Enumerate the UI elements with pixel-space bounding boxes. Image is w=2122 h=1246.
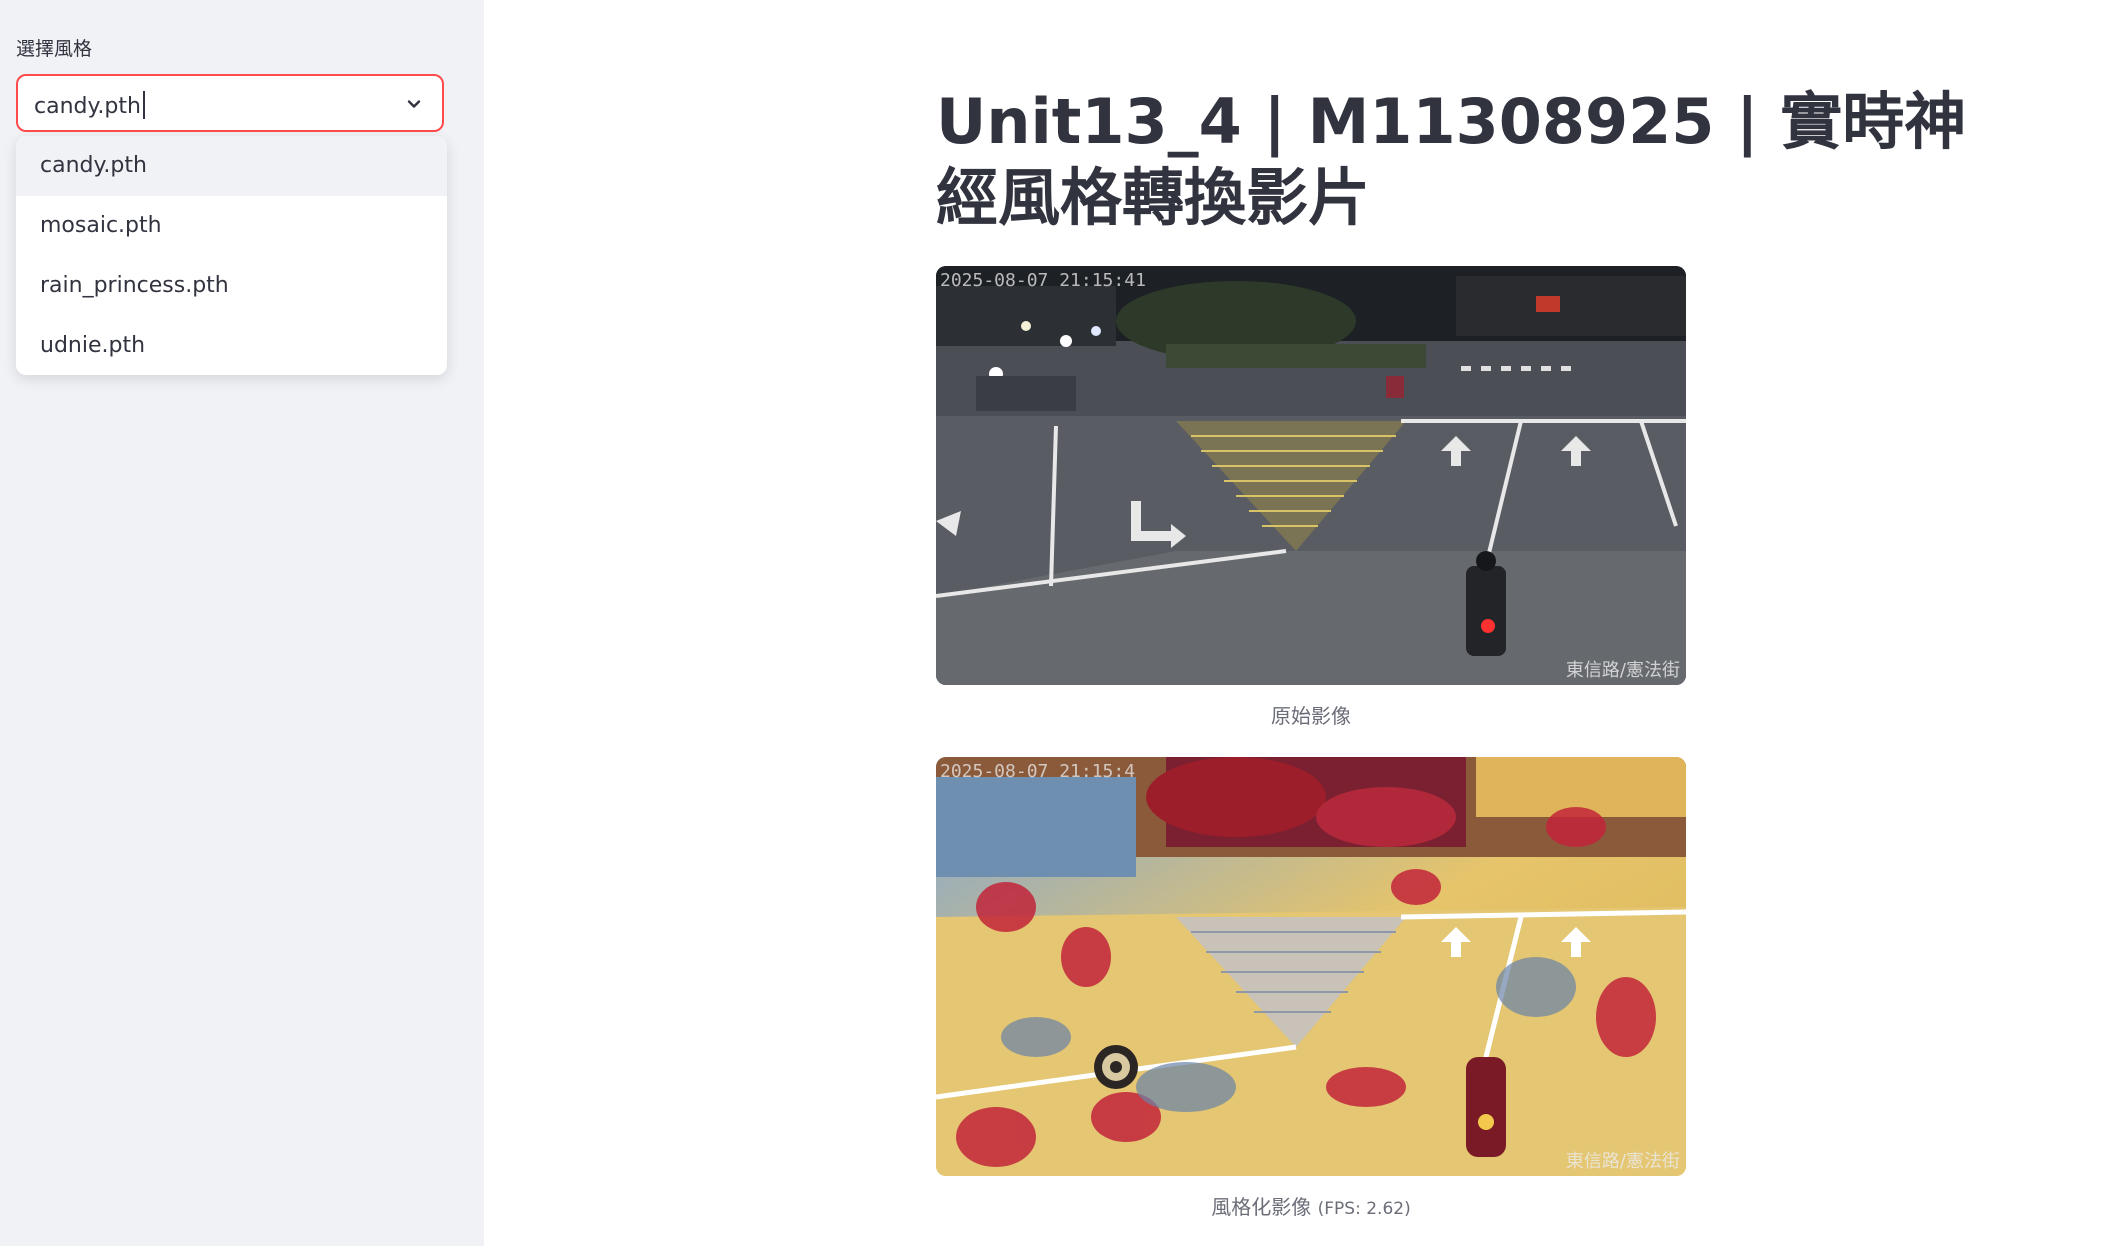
style-select-input[interactable]: candy.pth xyxy=(34,91,145,119)
text-cursor xyxy=(142,91,145,119)
chevron-down-icon[interactable] xyxy=(404,94,424,114)
app-root: 選擇風格 candy.pth candy.pth mosaic.pth rain… xyxy=(0,0,2122,1246)
style-select[interactable]: candy.pth xyxy=(16,74,444,132)
stylized-video-frame: 2025-08-07 21:15:4 東信路/憲法街 xyxy=(936,757,1686,1176)
original-location-label: 東信路/憲法街 xyxy=(1566,659,1680,681)
style-option-rain-princess[interactable]: rain_princess.pth xyxy=(16,256,447,316)
style-select-label: 選擇風格 xyxy=(16,38,93,60)
stylized-location-label: 東信路/憲法街 xyxy=(1566,1150,1680,1172)
original-timestamp: 2025-08-07 21:15:41 xyxy=(940,270,1146,291)
style-option-candy[interactable]: candy.pth xyxy=(16,136,447,196)
fps-readout: (FPS: 2.62) xyxy=(1317,1199,1411,1219)
style-option-udnie[interactable]: udnie.pth xyxy=(16,316,447,375)
stylized-video-caption: 風格化影像 (FPS: 2.62) xyxy=(936,1191,1686,1220)
style-option-mosaic[interactable]: mosaic.pth xyxy=(16,196,447,256)
original-video-caption: 原始影像 xyxy=(1271,704,1351,728)
stylized-timestamp: 2025-08-07 21:15:4 xyxy=(940,761,1135,782)
original-video-frame: 2025-08-07 21:15:41 東信路/憲法街 xyxy=(936,266,1686,685)
stylized-caption-text: 風格化影像 xyxy=(1211,1195,1312,1219)
page-title: Unit13_4 | M11308925 | 實時神經風格轉換影片 xyxy=(936,85,1967,234)
sidebar: 選擇風格 candy.pth candy.pth mosaic.pth rain… xyxy=(0,0,484,1246)
style-dropdown-menu: candy.pth mosaic.pth rain_princess.pth u… xyxy=(16,136,447,375)
